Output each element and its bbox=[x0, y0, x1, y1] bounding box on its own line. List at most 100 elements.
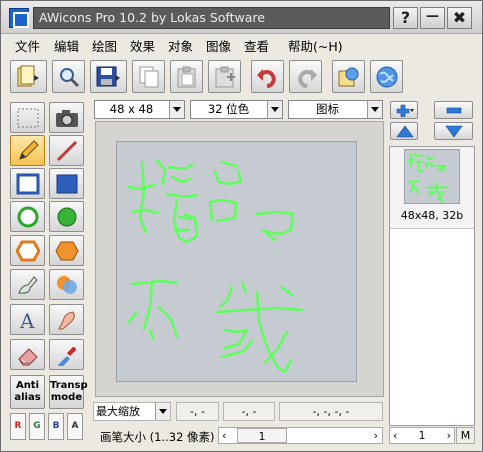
help-button[interactable]: ? bbox=[393, 7, 418, 29]
move-up-button[interactable] bbox=[390, 122, 418, 140]
web-button[interactable] bbox=[370, 60, 403, 93]
save-icon bbox=[96, 66, 120, 87]
hexagon-icon bbox=[16, 240, 40, 262]
cursor-position: -, - bbox=[176, 402, 219, 421]
zoom-button[interactable] bbox=[52, 60, 85, 93]
paste-icon bbox=[177, 66, 196, 88]
icon-thumbnail bbox=[404, 149, 460, 204]
channel-r-button[interactable]: R bbox=[10, 413, 26, 440]
chevron-down-icon bbox=[267, 101, 282, 118]
svg-text:A: A bbox=[19, 309, 35, 331]
web-icon bbox=[376, 66, 398, 88]
window-title: AWicons Pro 10.2 by Lokas Software bbox=[33, 7, 390, 29]
airbrush-tool-button[interactable] bbox=[49, 304, 84, 335]
add-icon-button[interactable] bbox=[390, 101, 418, 119]
antialias-toggle[interactable]: Anti alias bbox=[10, 375, 45, 409]
polygon-tool-button[interactable] bbox=[10, 235, 45, 266]
line-icon bbox=[56, 140, 78, 162]
transp-label-2: mode bbox=[50, 392, 83, 403]
menu-help[interactable]: 帮助(~H) bbox=[288, 36, 343, 55]
icon-list-item[interactable]: 48x48, 32b bbox=[390, 147, 474, 229]
undo-icon bbox=[257, 69, 276, 88]
ellipse-icon bbox=[17, 206, 39, 228]
rectangle-icon bbox=[16, 173, 40, 195]
open-button[interactable] bbox=[10, 60, 47, 93]
chevron-down-icon bbox=[169, 101, 184, 118]
rectangle-tool-button[interactable] bbox=[10, 168, 45, 199]
zoom-select[interactable]: 最大缩放 bbox=[93, 402, 171, 421]
menu-bar: 文件 编辑 绘图 效果 对象 图像 查看 帮助(~H) bbox=[1, 34, 482, 54]
drawing-canvas[interactable] bbox=[116, 141, 357, 382]
channel-b-button[interactable]: B bbox=[48, 413, 64, 440]
ellipse-tool-button[interactable] bbox=[10, 201, 45, 232]
title-bar[interactable]: AWicons Pro 10.2 by Lokas Software ? — ✖ bbox=[1, 1, 482, 34]
selection-position: -, - bbox=[223, 402, 275, 421]
app-logo-icon[interactable] bbox=[9, 8, 29, 28]
zoom-select-value: 最大缩放 bbox=[96, 405, 140, 418]
scroll-right-icon[interactable]: › bbox=[374, 428, 378, 443]
paste-new-button[interactable] bbox=[208, 60, 241, 93]
filled-rectangle-icon bbox=[56, 174, 78, 194]
recolor-tool-button[interactable] bbox=[49, 269, 84, 300]
pen-size-scrollbar[interactable]: ‹ 1 › bbox=[218, 427, 383, 444]
menu-edit[interactable]: 编辑 bbox=[54, 36, 79, 55]
color-picker-tool-button[interactable] bbox=[49, 339, 84, 370]
line-tool-button[interactable] bbox=[49, 135, 84, 166]
transp-label-1: Transp bbox=[50, 380, 88, 391]
paste-button[interactable] bbox=[170, 60, 203, 93]
remove-icon-button[interactable] bbox=[434, 101, 473, 119]
filled-rectangle-tool-button[interactable] bbox=[49, 168, 84, 199]
close-button[interactable]: ✖ bbox=[447, 7, 472, 29]
recolor-icon bbox=[57, 276, 77, 294]
paste-new-icon bbox=[215, 66, 235, 88]
size-select[interactable]: 48 x 48 bbox=[94, 100, 185, 119]
plus-icon bbox=[396, 104, 414, 117]
color-depth-select[interactable]: 32 位色 bbox=[190, 100, 283, 119]
menu-object[interactable]: 对象 bbox=[168, 36, 193, 55]
filled-ellipse-icon bbox=[57, 207, 77, 227]
menu-image[interactable]: 图像 bbox=[206, 36, 231, 55]
type-select-value: 图标 bbox=[316, 102, 339, 116]
save-button[interactable] bbox=[90, 60, 127, 93]
explorer-button[interactable] bbox=[332, 60, 365, 93]
pen-size-value[interactable]: 1 bbox=[237, 428, 287, 443]
undo-button[interactable] bbox=[251, 60, 284, 93]
filled-hexagon-icon bbox=[55, 241, 79, 261]
open-icon bbox=[17, 65, 39, 87]
move-down-button[interactable] bbox=[434, 122, 473, 140]
transparency-toggle[interactable]: Transp mode bbox=[49, 375, 88, 409]
copy-button[interactable] bbox=[132, 60, 165, 93]
scroll-left-icon[interactable]: ‹ bbox=[222, 428, 226, 443]
text-tool-button[interactable]: A bbox=[10, 304, 45, 335]
canvas-drawing bbox=[127, 158, 304, 374]
page-prev-icon[interactable]: ‹ bbox=[393, 428, 397, 443]
antialias-label-1: Anti bbox=[15, 380, 40, 391]
channel-a-button[interactable]: A bbox=[67, 413, 83, 440]
app-window: AWicons Pro 10.2 by Lokas Software ? — ✖… bbox=[0, 0, 483, 452]
menu-file[interactable]: 文件 bbox=[15, 36, 40, 55]
main-toolbar bbox=[1, 55, 482, 97]
page-next-icon[interactable]: › bbox=[447, 428, 451, 443]
eraser-tool-button[interactable] bbox=[10, 339, 45, 370]
text-icon: A bbox=[19, 309, 35, 331]
icon-page-scrollbar[interactable]: ‹ 1 › bbox=[389, 427, 455, 444]
filled-polygon-tool-button[interactable] bbox=[49, 235, 84, 266]
capture-tool-button[interactable] bbox=[49, 102, 84, 133]
menu-draw[interactable]: 绘图 bbox=[92, 36, 117, 55]
icon-page-m-button[interactable]: M bbox=[456, 427, 475, 444]
redo-button[interactable] bbox=[289, 60, 322, 93]
filled-ellipse-tool-button[interactable] bbox=[49, 201, 84, 232]
pen-size-label: 画笔大小 (1..32 像素) bbox=[100, 430, 215, 444]
pencil-tool-button[interactable] bbox=[10, 135, 45, 166]
menu-view[interactable]: 查看 bbox=[244, 36, 269, 55]
menu-effects[interactable]: 效果 bbox=[130, 36, 155, 55]
thumbnail-drawing bbox=[407, 152, 448, 204]
antialias-label-2: alias bbox=[14, 392, 41, 403]
minimize-button[interactable]: — bbox=[420, 7, 445, 29]
color-depth-value: 32 位色 bbox=[207, 102, 250, 116]
size-select-value: 48 x 48 bbox=[109, 102, 154, 116]
type-select[interactable]: 图标 bbox=[288, 100, 383, 119]
channel-g-button[interactable]: G bbox=[29, 413, 45, 440]
fill-tool-button[interactable] bbox=[10, 269, 45, 300]
select-tool-button[interactable] bbox=[10, 102, 45, 133]
